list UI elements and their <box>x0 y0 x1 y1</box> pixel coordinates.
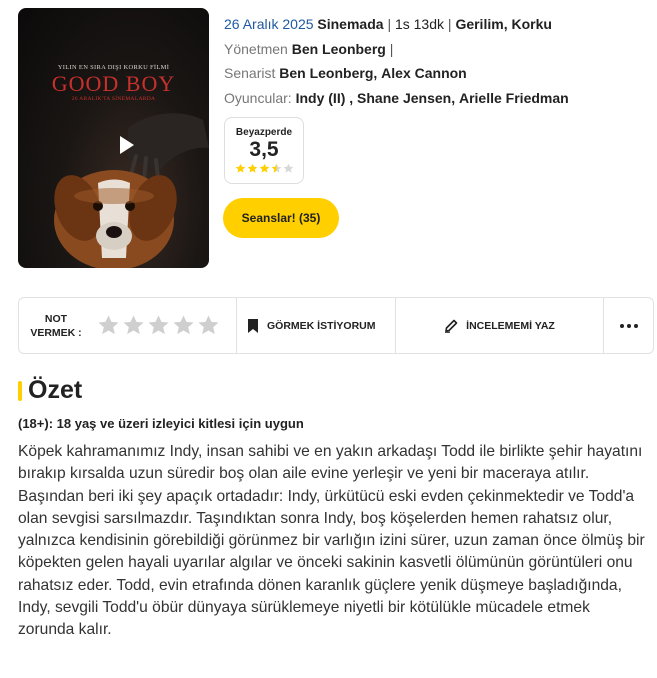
pencil-icon <box>445 319 458 333</box>
movie-info: 26 Aralık 2025 Sinemada | 1s 13dk | Geri… <box>224 12 569 110</box>
cast-link[interactable]: Shane Jensen <box>357 90 451 106</box>
more-dots-icon <box>619 323 638 328</box>
writer-link[interactable]: Alex Cannon <box>381 65 467 81</box>
writer-label: Senarist <box>224 65 276 81</box>
write-review-label: İNCELEMEMİ YAZ <box>466 319 555 332</box>
separator: | <box>387 16 392 32</box>
star-icon[interactable] <box>97 314 120 337</box>
want-to-watch-button[interactable]: GÖRMEK İSTİYORUM <box>237 298 396 353</box>
rate-label-line2: VERMEK : <box>30 326 82 339</box>
summary-title: Özet <box>28 376 83 404</box>
press-rating-box[interactable]: Beyazperde 3,5 <box>224 117 304 184</box>
director-link[interactable]: Ben Leonberg <box>292 41 386 57</box>
genre-link[interactable]: Gerilim <box>455 16 503 32</box>
rate-label-line1: NOT <box>44 312 68 325</box>
bookmark-icon <box>248 318 258 333</box>
writer-link[interactable]: Ben Leonberg <box>279 65 373 81</box>
summary-header: Özet <box>18 376 82 405</box>
poster-date: 26 ARALIK'TA SİNEMALARDA <box>71 96 156 102</box>
rating-star-icon <box>283 163 293 173</box>
more-options-button[interactable] <box>604 298 653 353</box>
director-label: Yönetmen <box>224 40 288 57</box>
release-date[interactable]: 26 Aralık 2025 <box>224 16 314 32</box>
rating-star-icon <box>271 163 281 173</box>
cast-row: Oyuncular: Indy (II) , Shane Jensen, Ari… <box>224 89 569 106</box>
rating-source: Beyazperde <box>235 127 293 138</box>
rating-star-icon <box>247 163 257 173</box>
play-icon[interactable] <box>114 133 138 157</box>
want-to-watch-label: GÖRMEK İSTİYORUM <box>267 319 376 332</box>
rating-star-icon <box>259 163 269 173</box>
cast-label: Oyuncular: <box>224 89 292 106</box>
rating-value: 3,5 <box>249 138 279 161</box>
user-rating-stars[interactable] <box>97 314 220 337</box>
synopsis-text: Köpek kahramanımız Indy, insan sahibi ve… <box>18 443 645 639</box>
rating-star-icon <box>235 163 245 173</box>
star-icon[interactable] <box>197 314 220 337</box>
poster-tagline: YILIN EN SIRA DIŞI KORKU FİLMİ <box>57 64 170 71</box>
writer-row: Senarist Ben Leonberg, Alex Cannon <box>224 65 467 81</box>
poster-title: GOOD BOY <box>51 71 176 96</box>
write-review-button[interactable]: İNCELEMEMİ YAZ <box>396 298 604 353</box>
showtimes-button[interactable]: Seanslar! (35) <box>223 198 339 238</box>
release-status: Sinemada <box>317 16 384 32</box>
user-rating-cell: NOT VERMEK : <box>19 298 237 353</box>
star-icon[interactable] <box>172 314 195 337</box>
genre-link[interactable]: Korku <box>511 16 551 32</box>
star-icon[interactable] <box>147 314 170 337</box>
rate-label: NOT VERMEK : <box>25 312 87 340</box>
release-row: 26 Aralık 2025 Sinemada | 1s 13dk | Geri… <box>224 16 552 32</box>
section-accent-bar <box>18 380 22 401</box>
movie-poster[interactable]: YILIN EN SIRA DIŞI KORKU FİLMİ GOOD BOY … <box>18 8 209 268</box>
star-icon[interactable] <box>122 314 145 337</box>
separator: | <box>389 40 394 57</box>
action-bar: NOT VERMEK : GÖRMEK İSTİYORUM İNCELEMEMİ… <box>18 297 654 354</box>
age-rating-note: (18+): 18 yaş ve üzeri izleyici kitlesi … <box>18 416 304 431</box>
cast-link[interactable]: Arielle Friedman <box>459 90 569 106</box>
separator: | <box>447 16 452 32</box>
cast-link[interactable]: Indy (II) <box>296 90 346 106</box>
rating-stars <box>225 163 303 174</box>
duration: 1s 13dk <box>394 16 445 32</box>
director-row: Yönetmen Ben Leonberg | <box>224 37 569 62</box>
